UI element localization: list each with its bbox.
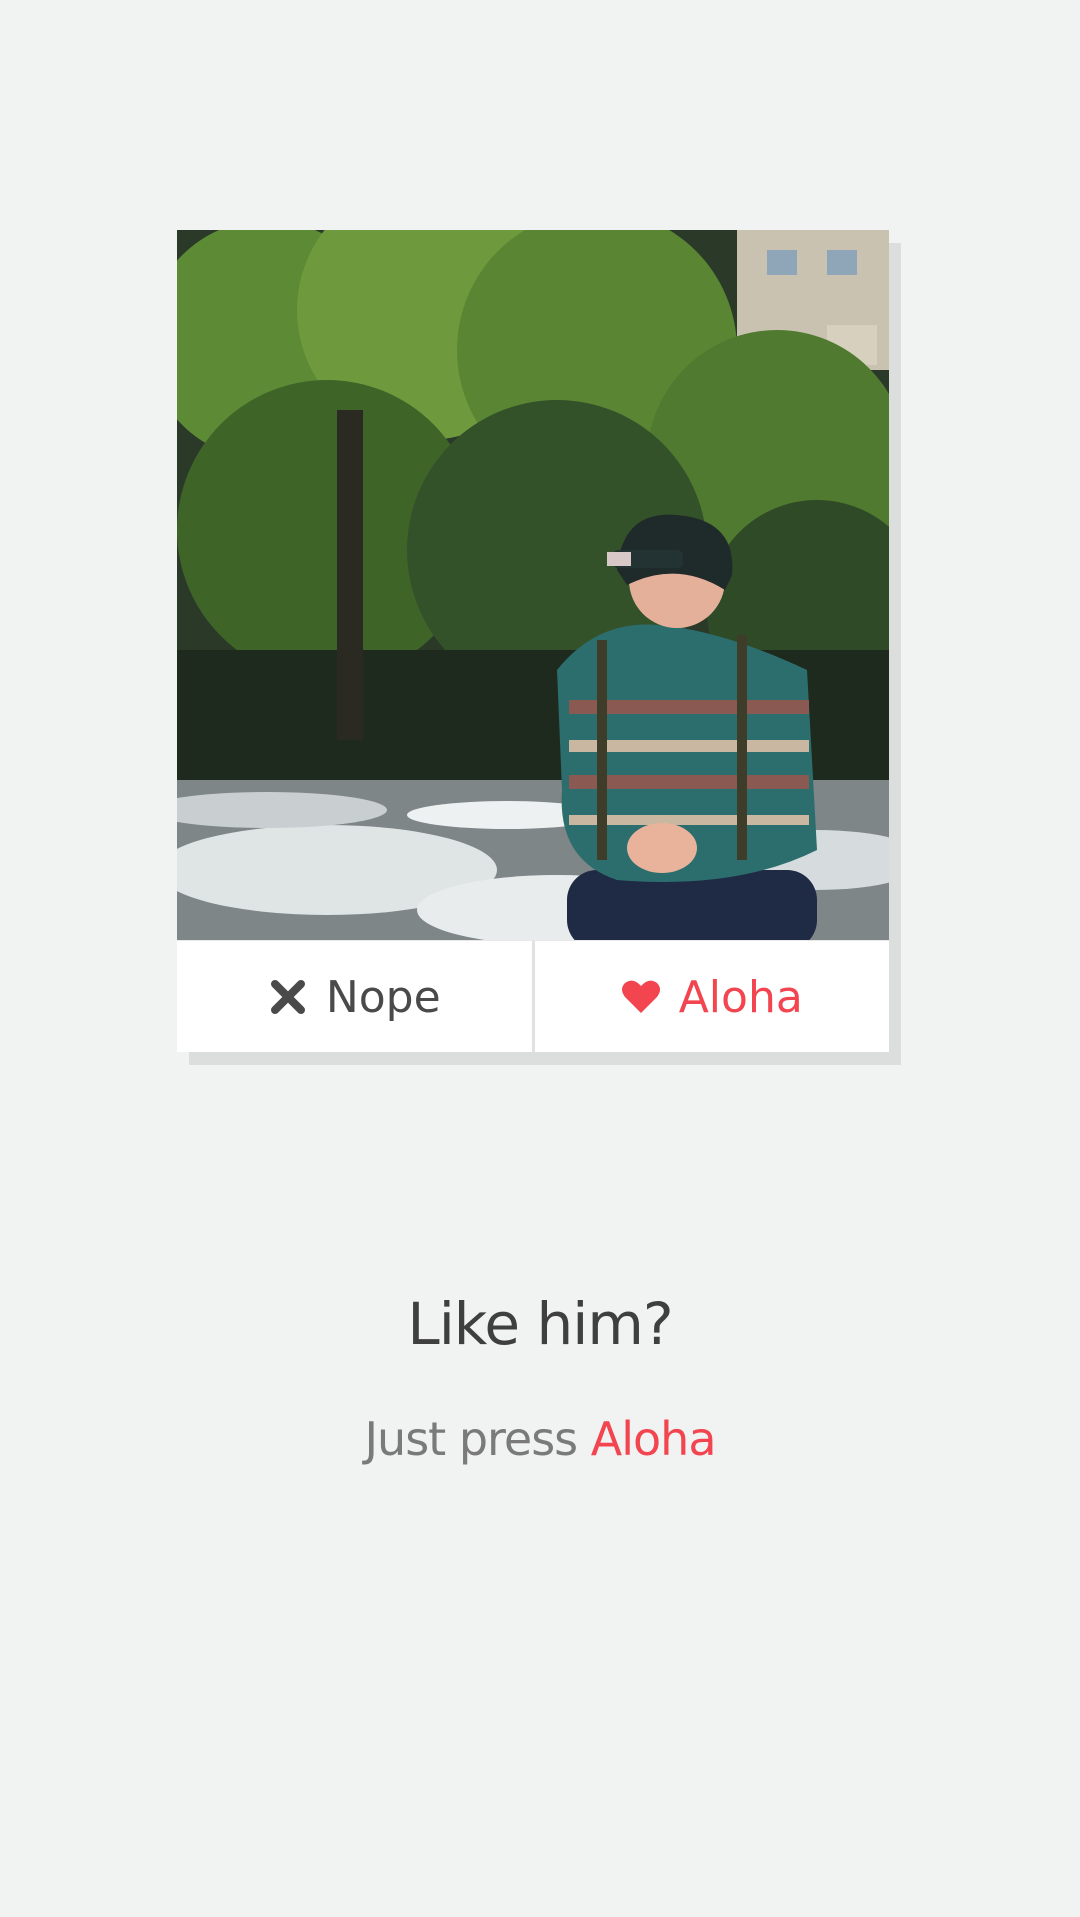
aloha-label: Aloha	[678, 971, 803, 1023]
screen: Nope Aloha Like him? Just press Aloha	[0, 0, 1080, 1917]
aloha-button[interactable]: Aloha	[531, 941, 890, 1052]
hint-accent: Aloha	[590, 1412, 717, 1466]
prompt-title: Like him?	[407, 1290, 673, 1358]
profile-photo[interactable]	[177, 230, 889, 940]
heart-icon	[621, 977, 661, 1017]
prompt-hint: Just press Aloha	[0, 1412, 1080, 1466]
profile-card[interactable]: Nope Aloha	[177, 230, 889, 1052]
profile-photo-illustration	[177, 230, 889, 940]
nope-label: Nope	[325, 971, 441, 1023]
close-icon	[268, 977, 308, 1017]
hint-prefix: Just press	[364, 1412, 591, 1466]
nope-button[interactable]: Nope	[177, 941, 532, 1052]
card-actions: Nope Aloha	[177, 940, 889, 1052]
